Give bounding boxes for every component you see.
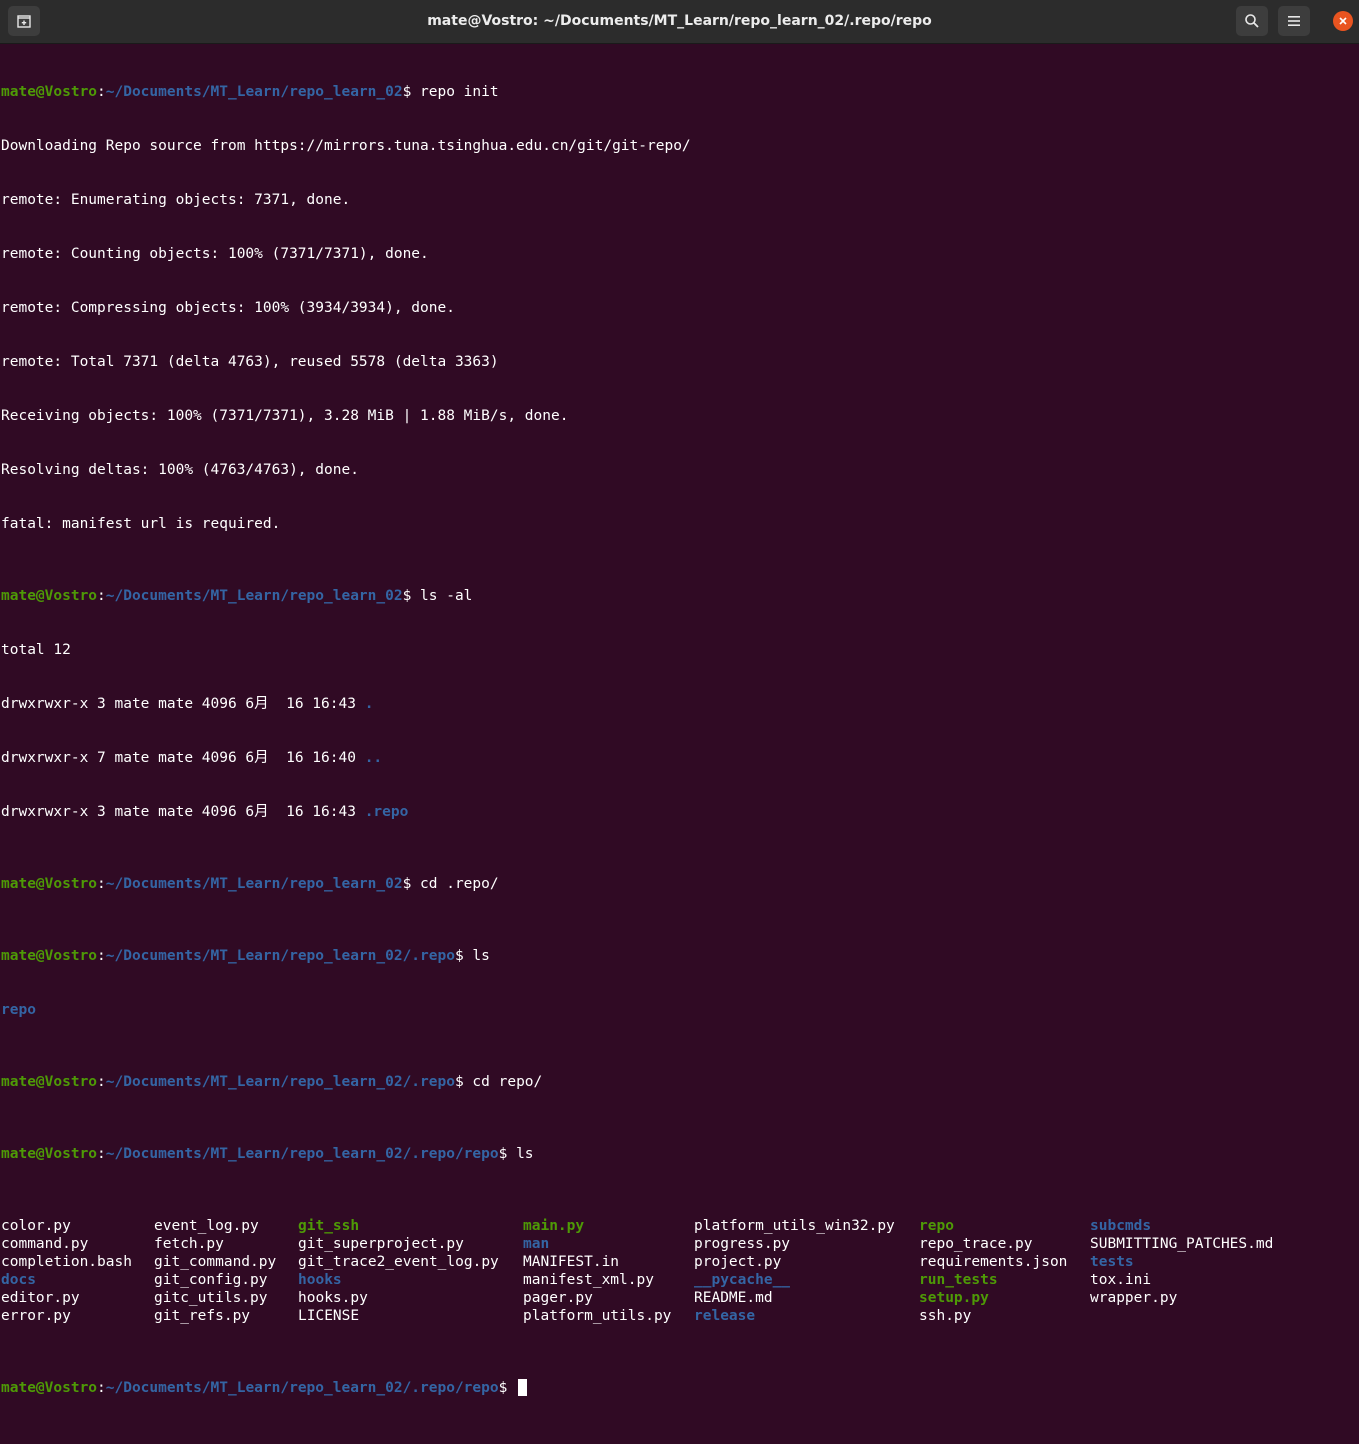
directory-name: release [694, 1307, 755, 1325]
directory-name: docs [1, 1271, 36, 1289]
prompt-line: mate@Vostro:~/Documents/MT_Learn/repo_le… [1, 1379, 1359, 1397]
prompt-line: mate@Vostro:~/Documents/MT_Learn/repo_le… [1, 1145, 1359, 1163]
output-line: Resolving deltas: 100% (4763/4763), done… [1, 461, 1359, 479]
output-line: remote: Compressing objects: 100% (3934/… [1, 299, 1359, 317]
output-line: remote: Counting objects: 100% (7371/737… [1, 245, 1359, 263]
output-line: remote: Enumerating objects: 7371, done. [1, 191, 1359, 209]
output-line: Receiving objects: 100% (7371/7371), 3.2… [1, 407, 1359, 425]
file-name: LICENSE [298, 1307, 359, 1325]
window-title: mate@Vostro: ~/Documents/MT_Learn/repo_l… [0, 0, 1359, 43]
file-name: MANIFEST.in [523, 1253, 619, 1271]
prompt-line: mate@Vostro:~/Documents/MT_Learn/repo_le… [1, 587, 1359, 605]
executable-name: main.py [523, 1217, 584, 1235]
directory-name: hooks [298, 1271, 342, 1289]
file-name: fetch.py [154, 1235, 224, 1253]
file-name: README.md [694, 1289, 773, 1307]
output-line: Downloading Repo source from https://mir… [1, 137, 1359, 155]
prompt-line: mate@Vostro:~/Documents/MT_Learn/repo_le… [1, 83, 1359, 101]
file-name: hooks.py [298, 1289, 368, 1307]
file-name: manifest_xml.py [523, 1271, 654, 1289]
file-name: platform_utils_win32.py [694, 1217, 895, 1235]
file-name: tox.ini [1090, 1271, 1151, 1289]
listing-row: drwxrwxr-x 3 mate mate 4096 6月 16 16:43 … [1, 803, 1359, 821]
file-name: event_log.py [154, 1217, 259, 1235]
directory-name: tests [1090, 1253, 1134, 1271]
file-name: command.py [1, 1235, 88, 1253]
file-name: ssh.py [919, 1307, 971, 1325]
output-line: repo [1, 1001, 1359, 1019]
search-icon [1244, 13, 1260, 29]
file-listing: color.py command.py completion.bash docs… [1, 1217, 1359, 1325]
file-name: gitc_utils.py [154, 1289, 268, 1307]
terminal-output[interactable]: mate@Vostro:~/Documents/MT_Learn/repo_le… [1, 47, 1359, 722]
search-button[interactable] [1236, 6, 1268, 36]
close-icon [1338, 16, 1348, 26]
file-name: error.py [1, 1307, 71, 1325]
file-name: git_superproject.py [298, 1235, 464, 1253]
file-name: repo_trace.py [919, 1235, 1033, 1253]
file-name: wrapper.py [1090, 1289, 1177, 1307]
text-cursor [518, 1379, 527, 1396]
file-name: completion.bash [1, 1253, 132, 1271]
file-name: SUBMITTING_PATCHES.md [1090, 1235, 1273, 1253]
output-line: fatal: manifest url is required. [1, 515, 1359, 533]
new-tab-icon [16, 13, 32, 29]
prompt-line: mate@Vostro:~/Documents/MT_Learn/repo_le… [1, 1073, 1359, 1091]
file-name: pager.py [523, 1289, 593, 1307]
executable-name: git_ssh [298, 1217, 359, 1235]
file-name: progress.py [694, 1235, 790, 1253]
prompt-line: mate@Vostro:~/Documents/MT_Learn/repo_le… [1, 947, 1359, 965]
executable-name: setup.py [919, 1289, 989, 1307]
executable-name: repo [919, 1217, 954, 1235]
listing-row: drwxrwxr-x 7 mate mate 4096 6月 16 16:40 … [1, 749, 1359, 767]
prompt-line: mate@Vostro:~/Documents/MT_Learn/repo_le… [1, 875, 1359, 893]
executable-name: run_tests [919, 1271, 998, 1289]
menu-button[interactable] [1278, 6, 1310, 36]
directory-name: man [523, 1235, 549, 1253]
new-tab-button[interactable] [8, 6, 40, 36]
file-name: git_config.py [154, 1271, 268, 1289]
file-name: git_refs.py [154, 1307, 250, 1325]
directory-name: __pycache__ [694, 1271, 790, 1289]
output-line: remote: Total 7371 (delta 4763), reused … [1, 353, 1359, 371]
hamburger-menu-icon [1287, 14, 1301, 28]
file-name: project.py [694, 1253, 781, 1271]
output-line: total 12 [1, 641, 1359, 659]
listing-row: drwxrwxr-x 3 mate mate 4096 6月 16 16:43 … [1, 695, 1359, 713]
file-name: requirements.json [919, 1253, 1067, 1271]
file-name: platform_utils.py [523, 1307, 671, 1325]
directory-name: subcmds [1090, 1217, 1151, 1235]
close-button[interactable] [1333, 11, 1353, 31]
file-name: color.py [1, 1217, 71, 1235]
title-bar: mate@Vostro: ~/Documents/MT_Learn/repo_l… [0, 0, 1359, 44]
file-name: git_trace2_event_log.py [298, 1253, 499, 1271]
file-name: git_command.py [154, 1253, 276, 1271]
file-name: editor.py [1, 1289, 80, 1307]
